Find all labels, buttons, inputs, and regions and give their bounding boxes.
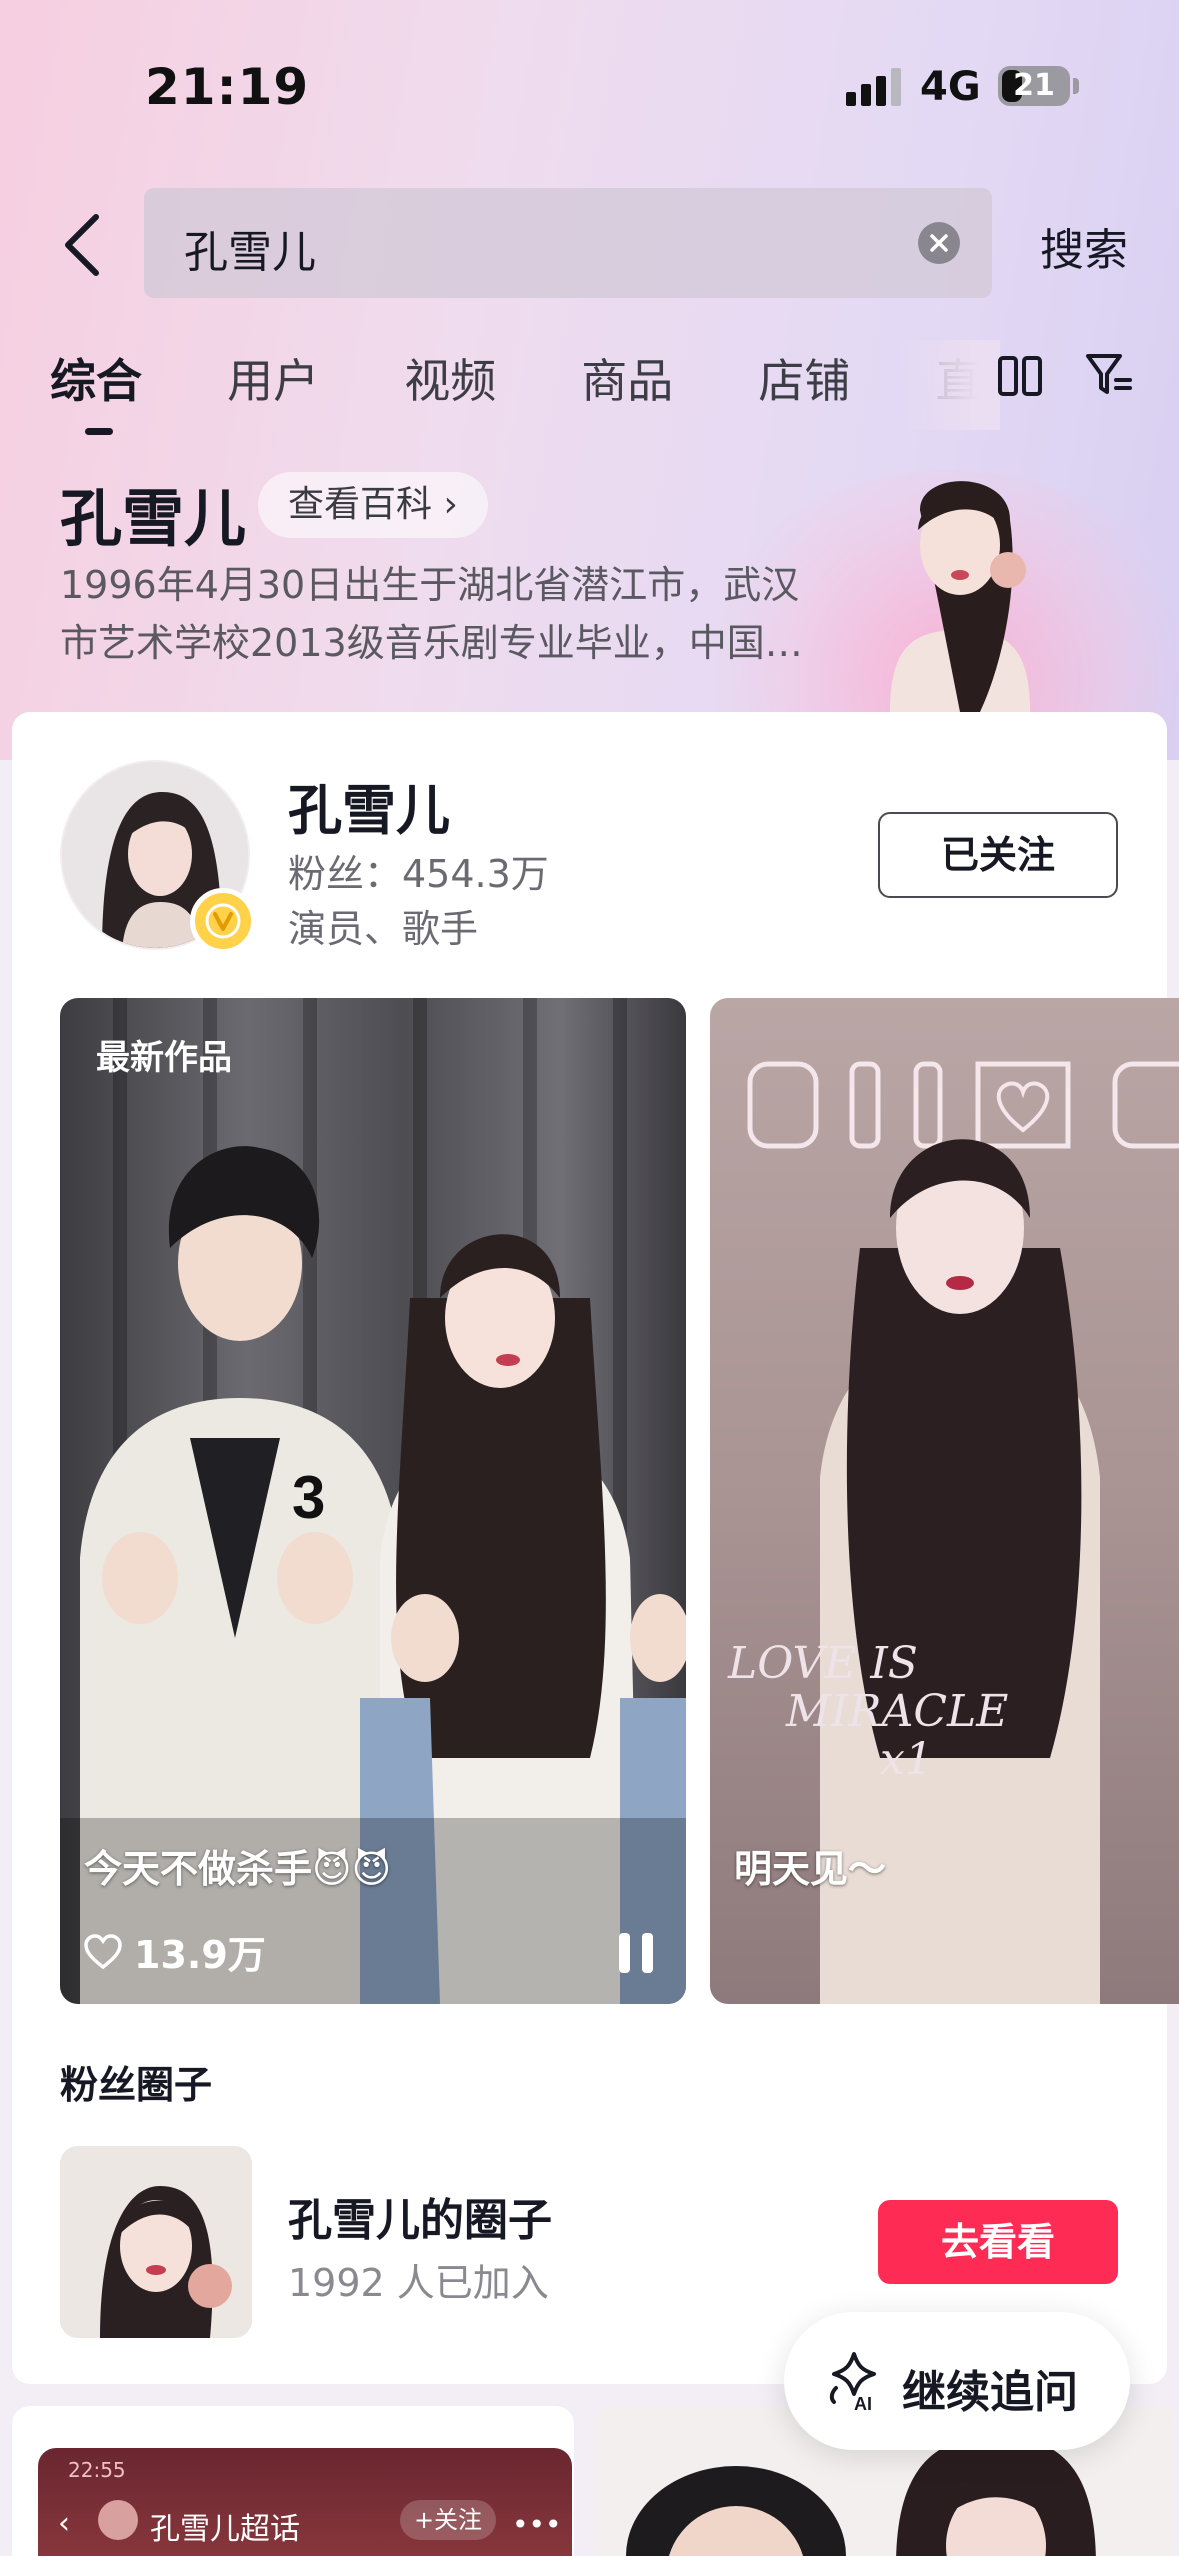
battery-tip (1073, 78, 1079, 94)
overlay-text-love: LOVE IS (728, 1638, 918, 1689)
tab-shops[interactable]: 店铺 (758, 345, 850, 411)
status-time: 21:19 (145, 58, 310, 116)
clear-icon[interactable] (918, 222, 960, 264)
view-baike-button[interactable]: 查看百科 › (258, 472, 488, 538)
ai-follow-up-label: 继续追问 (902, 2367, 1078, 2418)
supertopic-preview: 22:55 ‹ 孔雪儿超话 +关注 ••• (38, 2448, 572, 2556)
network-type: 4G (920, 64, 981, 110)
user-fans-count: 粉丝：454.3万 (288, 852, 549, 896)
search-query: 孔雪儿 (184, 227, 316, 278)
video-card[interactable]: LOVE IS MIRACLE x1 明天见～ (710, 998, 1179, 2004)
back-button[interactable] (52, 205, 112, 285)
celebrity-photo (890, 481, 1030, 712)
verified-badge-icon (190, 888, 256, 954)
tab-active-indicator (85, 428, 113, 435)
chevron-left-icon: ‹ (58, 2506, 70, 2541)
double-column-icon[interactable] (996, 352, 1044, 400)
video-caption: 今天不做杀手😈😈 (84, 1847, 392, 1891)
fan-circle-section-title: 粉丝圈子 (60, 2063, 213, 2107)
preview-time: 22:55 (68, 2458, 126, 2482)
search-input[interactable]: 孔雪儿 (144, 188, 992, 298)
pause-icon[interactable] (616, 1930, 656, 1976)
ai-follow-up-button[interactable]: AI 继续追问 (784, 2312, 1130, 2450)
more-icon: ••• (512, 2508, 562, 2541)
user-tags: 演员、歌手 (288, 907, 479, 951)
video-caption: 明天见～ (734, 1847, 887, 1891)
tab-products[interactable]: 商品 (581, 345, 673, 411)
tab-videos[interactable]: 视频 (404, 345, 496, 411)
search-button[interactable]: 搜索 (1040, 214, 1128, 278)
fan-circle-members: 1992 人已加入 (288, 2261, 549, 2305)
tab-all[interactable]: 综合 (50, 345, 142, 411)
ai-icon-label: AI (854, 2394, 872, 2412)
fan-circle-name[interactable]: 孔雪儿的圈子 (288, 2184, 552, 2248)
preview-avatar (98, 2500, 138, 2540)
chevron-left-icon (65, 214, 99, 276)
supertopic-follow: +关注 (400, 2500, 496, 2540)
user-name[interactable]: 孔雪儿 (288, 766, 450, 845)
baike-title: 孔雪儿 (60, 482, 247, 555)
view-baike-label: 查看百科 (288, 484, 433, 525)
tab-users[interactable]: 用户 (227, 345, 319, 411)
latest-work-label: 最新作品 (96, 1038, 232, 1078)
svg-text:3: 3 (292, 1464, 325, 1531)
tab-bar: 综合 用户 视频 商品 店铺 直播 (50, 345, 990, 445)
following-button[interactable]: 已关注 (878, 812, 1118, 898)
overlay-text-x1: x1 (880, 1734, 933, 1785)
ai-sparkle-icon: AI (829, 2352, 876, 2412)
result-card[interactable]: 22:55 ‹ 孔雪儿超话 +关注 ••• (12, 2406, 574, 2556)
signal-icon (846, 66, 906, 106)
chevron-right-icon: › (443, 484, 458, 525)
video-card[interactable]: 3 最新作品 今天不做杀手😈😈 13.9万 (60, 998, 686, 2004)
supertopic-title: 孔雪儿超话 (150, 2512, 300, 2547)
filter-icon[interactable] (1084, 350, 1134, 400)
fan-circle-thumbnail[interactable] (60, 2146, 252, 2338)
video-likes-count: 13.9万 (134, 1933, 266, 1977)
battery-icon: 21 (998, 66, 1070, 106)
video-likes: 13.9万 (84, 1924, 266, 1979)
heart-icon (84, 1933, 122, 1969)
go-see-button[interactable]: 去看看 (878, 2200, 1118, 2284)
battery-level: 21 (1013, 68, 1055, 103)
tab-fade-mask (900, 340, 1000, 430)
baike-description: 1996年4月30日出生于湖北省潜江市，武汉市艺术学校2013级音乐剧专业毕业，… (60, 563, 803, 665)
overlay-text-miracle: MIRACLE (786, 1686, 1009, 1737)
